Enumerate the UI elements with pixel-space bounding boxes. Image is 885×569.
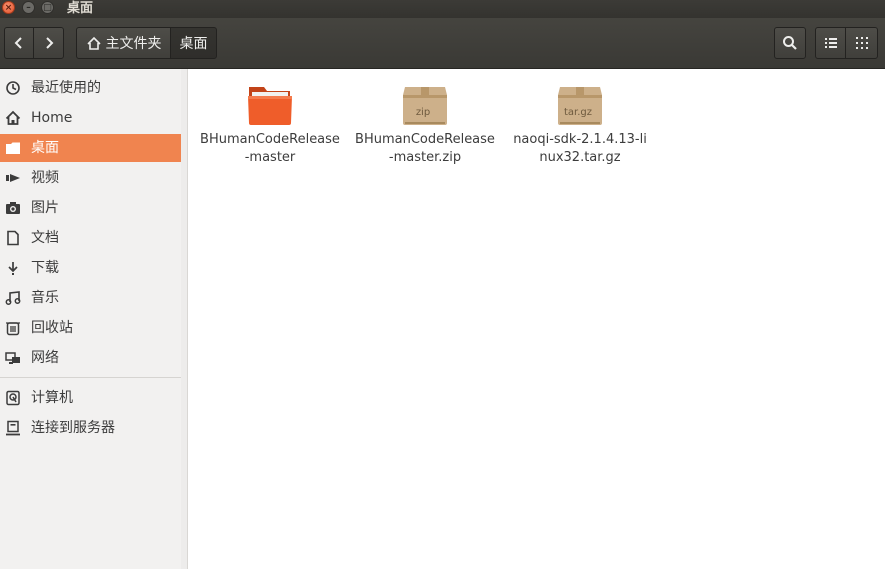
sidebar-item-computer[interactable]: 计算机 bbox=[0, 384, 181, 412]
sidebar-item-label: Home bbox=[31, 110, 73, 126]
maximize-icon: □ bbox=[43, 3, 52, 13]
sidebar-item-connect-server[interactable]: 连接到服务器 bbox=[0, 414, 181, 442]
title-bar: × – □ 桌面 bbox=[0, 0, 885, 18]
folder-icon bbox=[5, 140, 21, 156]
search-button[interactable] bbox=[774, 27, 806, 59]
sidebar-item-label: 连接到服务器 bbox=[31, 420, 115, 436]
file-item[interactable]: tar.gz naoqi-sdk-2.1.4.13-linux32.tar.gz bbox=[510, 83, 650, 167]
sidebar-separator bbox=[0, 377, 181, 378]
sidebar-item-label: 计算机 bbox=[31, 390, 73, 406]
grid-view-button[interactable] bbox=[845, 27, 878, 59]
archive-icon: tar.gz bbox=[556, 83, 604, 127]
server-icon bbox=[5, 420, 21, 436]
close-button[interactable]: × bbox=[2, 1, 15, 14]
music-icon bbox=[5, 290, 21, 306]
sidebar-item-label: 桌面 bbox=[31, 140, 59, 156]
clock-icon bbox=[5, 80, 21, 96]
computer-icon bbox=[5, 390, 21, 406]
list-view-icon bbox=[824, 38, 837, 48]
sidebar: 最近使用的 Home 桌面 视频 图片 文档 下载 音乐 回收站 网络 计算机 bbox=[0, 69, 182, 569]
sidebar-item-downloads[interactable]: 下载 bbox=[0, 254, 181, 282]
sidebar-item-label: 图片 bbox=[31, 200, 59, 216]
home-icon bbox=[86, 36, 101, 50]
breadcrumb-home[interactable]: 主文件夹 bbox=[76, 27, 171, 59]
archive-badge: zip bbox=[415, 107, 431, 118]
file-item[interactable]: zip BHumanCodeRelease-master.zip bbox=[355, 83, 495, 167]
sidebar-item-pictures[interactable]: 图片 bbox=[0, 194, 181, 222]
video-icon bbox=[5, 170, 21, 186]
forward-button[interactable] bbox=[33, 27, 64, 59]
sidebar-item-label: 最近使用的 bbox=[31, 80, 101, 96]
sidebar-item-videos[interactable]: 视频 bbox=[0, 164, 181, 192]
file-view: BHumanCodeRelease-master zip BHumanCodeR… bbox=[188, 69, 885, 569]
minimize-icon: – bbox=[26, 3, 31, 13]
minimize-button[interactable]: – bbox=[22, 1, 35, 14]
window-title: 桌面 bbox=[67, 1, 94, 16]
sidebar-item-label: 网络 bbox=[31, 350, 59, 366]
archive-icon: zip bbox=[401, 83, 449, 127]
sidebar-item-label: 文档 bbox=[31, 230, 59, 246]
chevron-left-icon bbox=[14, 37, 22, 49]
breadcrumb-current[interactable]: 桌面 bbox=[170, 27, 217, 59]
maximize-button[interactable]: □ bbox=[41, 1, 54, 14]
sidebar-item-home[interactable]: Home bbox=[0, 104, 181, 132]
file-name: BHumanCodeRelease-master bbox=[200, 132, 340, 165]
sidebar-item-label: 视频 bbox=[31, 170, 59, 186]
document-icon bbox=[5, 230, 21, 246]
sidebar-item-documents[interactable]: 文档 bbox=[0, 224, 181, 252]
sidebar-item-trash[interactable]: 回收站 bbox=[0, 314, 181, 342]
search-icon bbox=[783, 36, 797, 50]
breadcrumb-home-label: 主文件夹 bbox=[105, 36, 162, 52]
file-name: BHumanCodeRelease-master.zip bbox=[355, 132, 495, 165]
file-item[interactable]: BHumanCodeRelease-master bbox=[200, 83, 340, 167]
sidebar-item-label: 回收站 bbox=[31, 320, 73, 336]
chevron-right-icon bbox=[45, 37, 53, 49]
sidebar-item-desktop[interactable]: 桌面 bbox=[0, 134, 181, 162]
sidebar-item-music[interactable]: 音乐 bbox=[0, 284, 181, 312]
back-button[interactable] bbox=[4, 27, 34, 59]
file-name: naoqi-sdk-2.1.4.13-linux32.tar.gz bbox=[513, 132, 647, 165]
grid-view-icon bbox=[855, 37, 868, 49]
sidebar-splitter[interactable] bbox=[181, 69, 188, 569]
sidebar-item-recent[interactable]: 最近使用的 bbox=[0, 74, 181, 102]
close-icon: × bbox=[4, 3, 13, 13]
network-icon bbox=[5, 350, 21, 366]
archive-badge: tar.gz bbox=[563, 107, 593, 118]
download-icon bbox=[5, 260, 21, 276]
sidebar-item-label: 下载 bbox=[31, 260, 59, 276]
trash-icon bbox=[5, 320, 21, 336]
sidebar-item-network[interactable]: 网络 bbox=[0, 344, 181, 372]
list-view-button[interactable] bbox=[815, 27, 846, 59]
home-icon bbox=[5, 110, 21, 126]
sidebar-item-label: 音乐 bbox=[31, 290, 59, 306]
toolbar: 主文件夹 桌面 bbox=[0, 18, 885, 69]
camera-icon bbox=[5, 200, 21, 216]
folder-icon bbox=[246, 83, 294, 127]
breadcrumb-current-label: 桌面 bbox=[179, 36, 208, 52]
